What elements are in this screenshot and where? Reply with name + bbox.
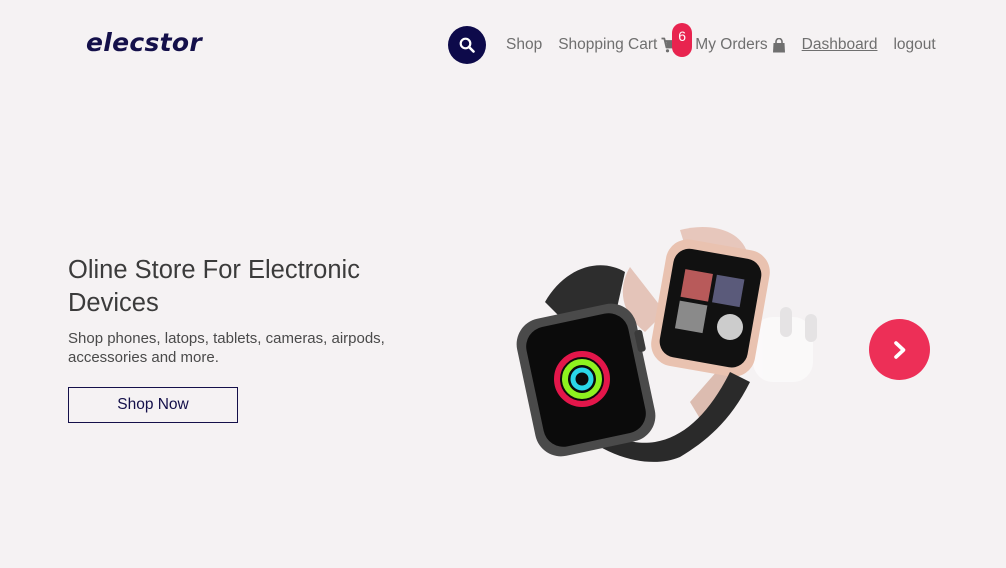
nav-shop-link[interactable]: Shop (506, 36, 542, 54)
logo[interactable]: elecstor (86, 28, 202, 57)
carousel-next-button[interactable] (869, 319, 930, 380)
chevron-right-icon (893, 340, 905, 359)
hero-title: Oline Store For Electronic Devices (68, 256, 360, 317)
nav-dashboard-link[interactable]: Dashboard (802, 36, 878, 54)
nav-logout-link[interactable]: logout (893, 36, 935, 54)
shopping-bag-icon (772, 37, 785, 52)
nav-my-orders-label: My Orders (695, 36, 768, 53)
cart-count-badge: 6 (672, 23, 693, 57)
shop-now-button[interactable]: Shop Now (68, 387, 238, 423)
nav-my-orders-link[interactable]: My Orders (695, 36, 785, 54)
smartwatch-product-image (516, 226, 817, 462)
search-icon (459, 37, 475, 53)
nav-shopping-cart-label: Shopping Cart (558, 36, 658, 53)
search-button[interactable] (448, 26, 486, 64)
hero-subtitle: Shop phones, latops, tablets, cameras, a… (68, 330, 385, 366)
nav-shopping-cart-link[interactable]: Shopping Cart 6 (558, 23, 693, 57)
top-navigation: Shop Shopping Cart 6 My Orders Dashboard… (448, 23, 952, 64)
